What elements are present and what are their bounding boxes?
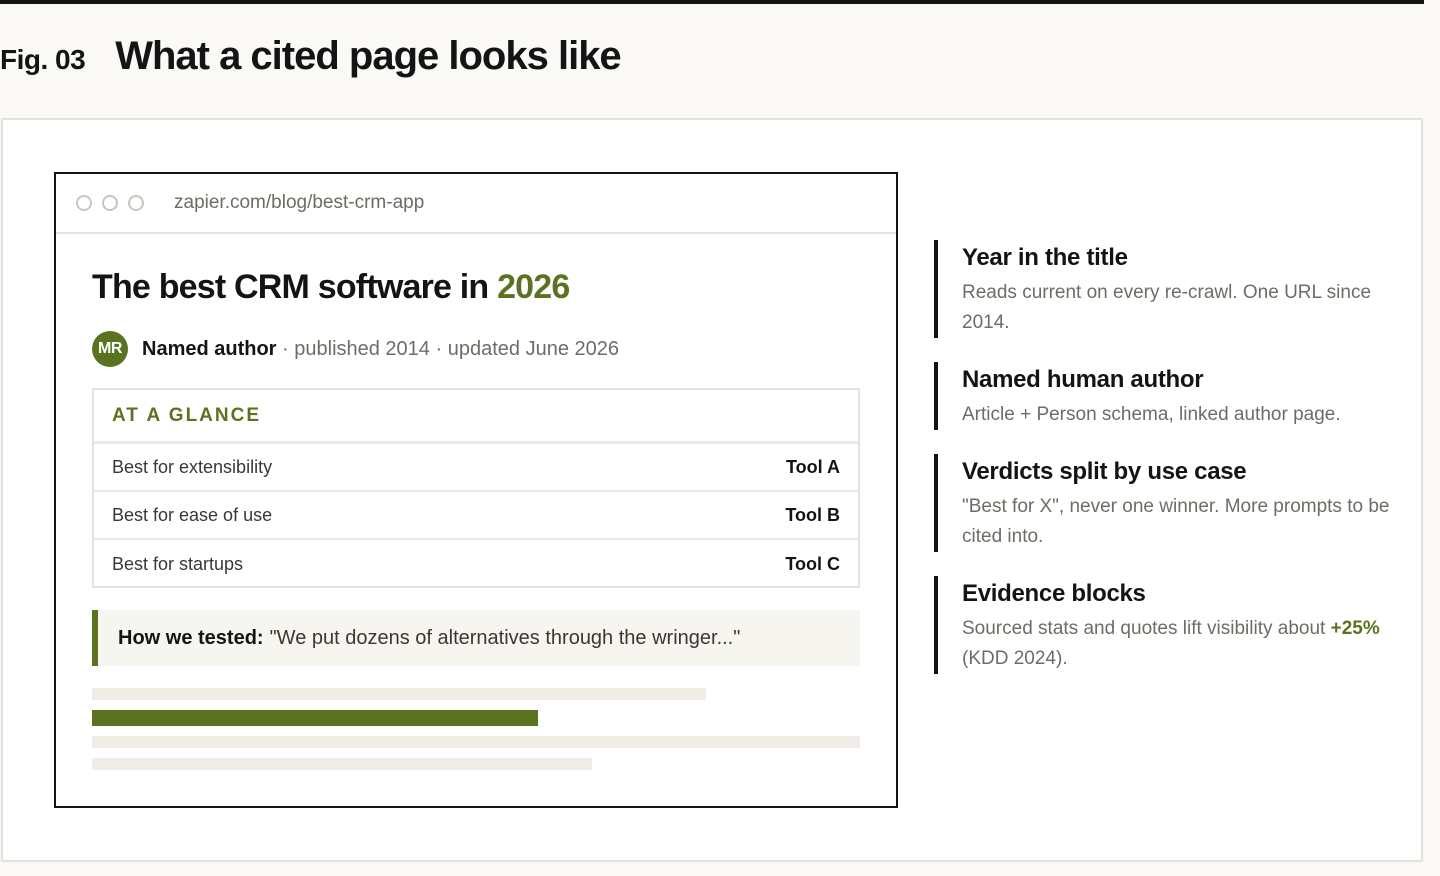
glance-row-tool: Tool A	[786, 456, 840, 477]
figure-label: Fig. 03	[0, 44, 86, 75]
placeholder-text-line	[92, 736, 860, 748]
callout-note: Verdicts split by use case "Best for X",…	[934, 454, 1394, 552]
byline-separator: ·	[276, 337, 295, 360]
window-dot-icon	[102, 195, 118, 211]
glance-row-label: Best for startups	[112, 553, 244, 574]
highlighted-text-line	[92, 710, 538, 726]
callout-body-text: (KDD 2024).	[962, 648, 1068, 669]
glance-row: Best for ease of use Tool B	[94, 492, 858, 540]
author-avatar: MR	[92, 331, 128, 367]
callout-title: Year in the title	[962, 244, 1128, 271]
placeholder-text-line	[92, 688, 706, 700]
window-dot-icon	[76, 195, 92, 211]
glance-row: Best for extensibility Tool A	[94, 444, 858, 492]
callout-title: Named human author	[962, 366, 1204, 393]
quote-text: "We put dozens of alternatives through t…	[269, 626, 741, 649]
window-dot-icon	[128, 195, 144, 211]
article-title-year: 2026	[497, 268, 570, 306]
browser-url: zapier.com/blog/best-crm-app	[174, 192, 425, 213]
at-a-glance-heading: AT A GLANCE	[94, 390, 858, 444]
glance-row: Best for startups Tool C	[94, 540, 858, 588]
how-we-tested-quote: How we tested: "We put dozens of alterna…	[92, 610, 860, 666]
browser-mockup: zapier.com/blog/best-crm-app The best CR…	[54, 172, 898, 808]
author-name: Named author	[142, 337, 277, 360]
callout-body-text: Sourced stats and quotes lift visibility…	[962, 618, 1331, 639]
published-date: published 2014	[294, 337, 430, 360]
callout-body: "Best for X", never one winner. More pro…	[962, 496, 1390, 547]
figure-header: Fig. 03 What a cited page looks like	[0, 34, 622, 90]
callout-notes: Year in the title Reads current on every…	[934, 240, 1394, 698]
callout-note: Named human author Article + Person sche…	[934, 362, 1394, 430]
updated-date: updated June 2026	[447, 337, 619, 360]
callout-body: Sourced stats and quotes lift visibility…	[962, 614, 1394, 674]
article-title: The best CRM software in 2026	[92, 268, 570, 307]
glance-row-label: Best for ease of use	[112, 504, 273, 525]
glance-row-tool: Tool B	[785, 504, 840, 525]
at-a-glance-box: AT A GLANCE Best for extensibility Tool …	[92, 388, 860, 588]
article-byline: MR Named author · published 2014 · updat…	[92, 330, 619, 368]
article-title-text: The best CRM software in	[92, 268, 498, 306]
byline-separator: ·	[429, 337, 448, 360]
placeholder-text-line	[92, 758, 592, 770]
callout-title: Verdicts split by use case	[962, 458, 1247, 485]
browser-address-bar: zapier.com/blog/best-crm-app	[56, 174, 896, 234]
figure-title: What a cited page looks like	[115, 34, 621, 78]
quote-lead: How we tested:	[118, 626, 264, 649]
callout-note: Year in the title Reads current on every…	[934, 240, 1394, 338]
top-rule	[0, 0, 1424, 4]
callout-stat: +25%	[1330, 618, 1380, 639]
callout-title: Evidence blocks	[962, 580, 1146, 607]
callout-body: Article + Person schema, linked author p…	[962, 404, 1341, 425]
glance-row-tool: Tool C	[785, 553, 840, 574]
callout-body: Reads current on every re-crawl. One URL…	[962, 282, 1372, 333]
callout-note: Evidence blocks Sourced stats and quotes…	[934, 576, 1394, 674]
glance-row-label: Best for extensibility	[112, 456, 273, 477]
